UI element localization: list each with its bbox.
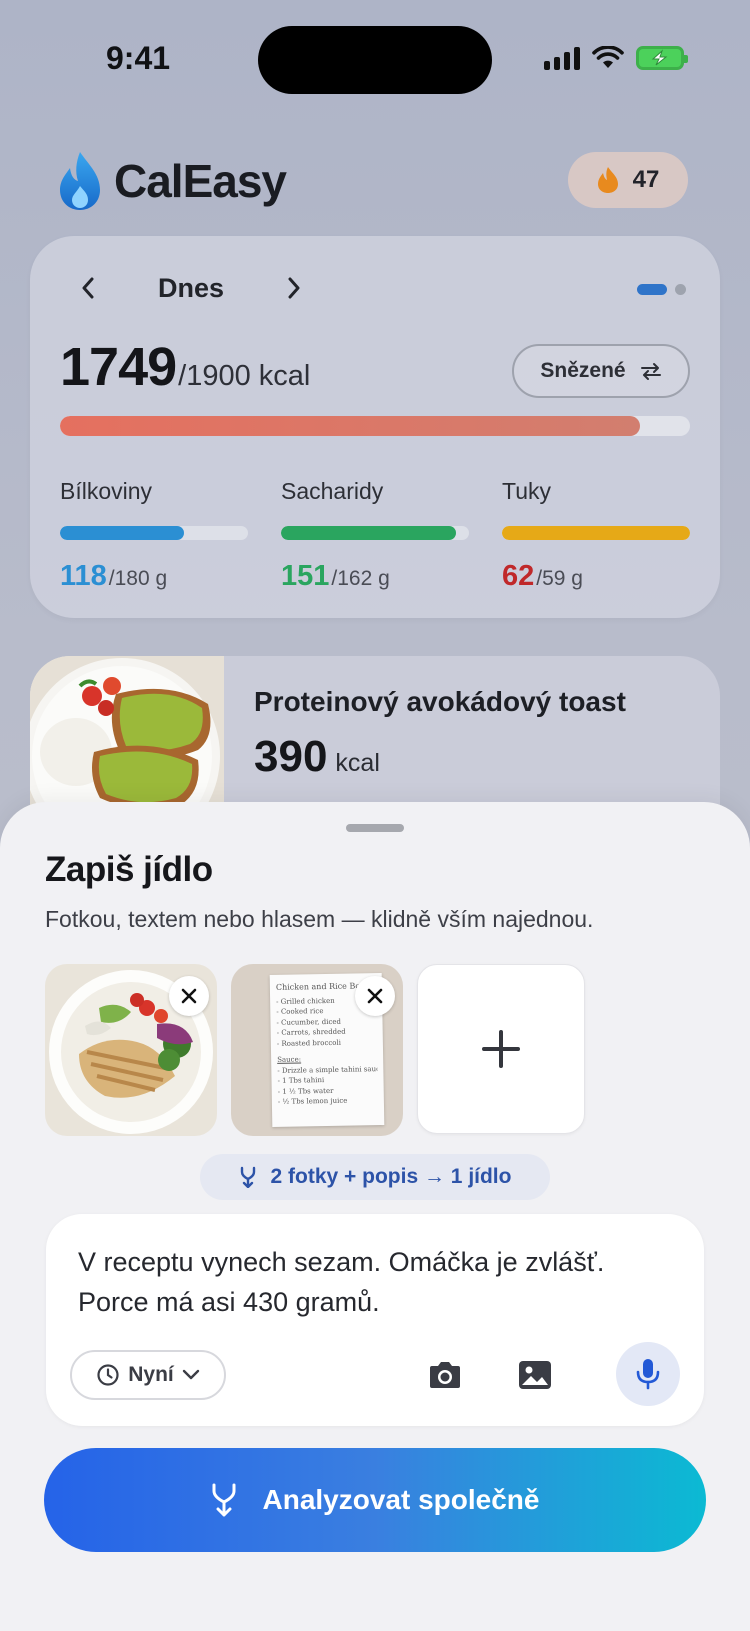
- day-label: Dnes: [157, 272, 225, 303]
- merge-info-chip: 2 fotky + popis → 1 jídlo: [200, 1154, 550, 1200]
- macro-eaten: 151: [281, 560, 330, 592]
- calorie-total: 1749 /1900 kcal: [60, 336, 310, 398]
- day-navigator: Dnes: [70, 270, 312, 306]
- page-dot-active: [637, 284, 667, 295]
- time-selector[interactable]: Nyní: [70, 1350, 226, 1400]
- merge-info-label: 2 fotky + popis → 1 jídlo: [270, 1165, 512, 1188]
- meal-kcal-value: 390: [254, 732, 328, 781]
- time-label: Nyní: [128, 1363, 174, 1386]
- sheet-subtitle: Fotkou, textem nebo hlasem — klidně vším…: [45, 906, 594, 932]
- camera-icon: [430, 1362, 460, 1388]
- meal-kcal-unit: kcal: [335, 749, 380, 777]
- macro-eaten: 62: [502, 560, 535, 592]
- macro-progress-fill: [502, 526, 690, 540]
- attached-food-photo[interactable]: [45, 964, 217, 1136]
- meal-description-input[interactable]: V receptu vynech sezam. Omáčka je zvlášť…: [78, 1242, 638, 1322]
- meal-calories: 390 kcal: [254, 732, 380, 782]
- next-day-button[interactable]: [276, 270, 312, 306]
- analyze-together-button[interactable]: Analyzovat společně: [44, 1448, 706, 1552]
- recipe-line: - Drizzle a simple tahini sauce: [277, 1064, 378, 1075]
- calorie-progress-bar: [60, 416, 690, 436]
- remove-photo-button[interactable]: [169, 976, 209, 1016]
- plus-icon: [482, 1030, 520, 1068]
- toggle-label: Snězené: [540, 359, 626, 382]
- macro-name: Tuky: [502, 478, 551, 504]
- macro-name: Sacharidy: [281, 478, 384, 504]
- macro-progress-fill: [281, 526, 456, 540]
- recipe-line: - Roasted broccoli: [276, 1038, 342, 1048]
- swap-arrows-icon: [640, 363, 661, 380]
- macro-progress-bar: [281, 526, 469, 540]
- cellular-signal-icon: [544, 46, 580, 70]
- merge-icon: [212, 1483, 235, 1517]
- dynamic-island: [258, 26, 492, 94]
- macro-progress-fill: [60, 526, 185, 540]
- status-time: 9:41: [106, 40, 171, 76]
- attachment-thumbnails: Chicken and Rice Bowl - Grilled chicken …: [45, 964, 585, 1136]
- status-bar: 9:41: [0, 0, 750, 120]
- meal-name: Proteinový avokádový toast: [254, 686, 626, 717]
- meal-description-card: V receptu vynech sezam. Omáčka je zvlášť…: [46, 1214, 704, 1426]
- attached-recipe-photo[interactable]: Chicken and Rice Bowl - Grilled chicken …: [231, 964, 403, 1136]
- sheet-title: Zapiš jídlo: [45, 850, 213, 889]
- flame-logo-icon: [60, 152, 100, 210]
- recipe-line: - ½ Tbs lemon juice: [277, 1096, 348, 1106]
- chevron-left-icon: [82, 277, 94, 299]
- merge-icon: [240, 1166, 255, 1188]
- remove-photo-button[interactable]: [355, 976, 395, 1016]
- microphone-icon: [636, 1359, 660, 1390]
- streak-badge[interactable]: 47: [568, 152, 688, 208]
- close-icon: [181, 988, 197, 1004]
- macro-name: Bílkoviny: [60, 478, 153, 504]
- macro-goal: /162 g: [331, 567, 390, 590]
- clock-icon: [97, 1364, 119, 1386]
- chevron-right-icon: [288, 277, 300, 299]
- daily-summary-card: Dnes 1749 /1900 kcal Snězené Bílkoviny 1…: [30, 236, 720, 618]
- eaten-remaining-toggle[interactable]: Snězené: [512, 344, 690, 398]
- macro-goal: /180 g: [108, 567, 168, 590]
- flame-icon: [597, 167, 618, 193]
- analyze-label: Analyzovat společně: [262, 1484, 540, 1515]
- app-header: CalEasy: [58, 150, 287, 212]
- wifi-icon: [592, 46, 624, 68]
- log-meal-sheet: Zapiš jídlo Fotkou, textem nebo hlasem —…: [0, 802, 750, 1631]
- macro-protein: Bílkoviny 118/180 g: [60, 478, 248, 593]
- macro-eaten: 118: [60, 560, 107, 592]
- sheet-grabber[interactable]: [346, 824, 404, 832]
- app-title: CalEasy: [114, 155, 287, 207]
- battery-icon: [636, 46, 688, 70]
- page-indicator[interactable]: [637, 284, 686, 295]
- macro-progress-bar: [502, 526, 690, 540]
- streak-count: 47: [632, 166, 660, 193]
- chevron-down-icon: [182, 1369, 199, 1380]
- macro-fat: Tuky 62/59 g: [502, 478, 690, 593]
- macro-breakdown: Bílkoviny 118/180 g Sacharidy 151/162 g …: [60, 478, 690, 593]
- page-dot: [675, 284, 686, 295]
- gallery-button[interactable]: [508, 1348, 562, 1402]
- macro-goal: /59 g: [536, 567, 583, 590]
- kcal-eaten: 1749: [60, 337, 177, 397]
- close-icon: [367, 988, 383, 1004]
- calorie-progress-fill: [60, 416, 640, 436]
- image-icon: [519, 1361, 551, 1389]
- add-photo-button[interactable]: [417, 964, 585, 1134]
- macro-carbs: Sacharidy 151/162 g: [281, 478, 469, 593]
- camera-button[interactable]: [418, 1348, 472, 1402]
- previous-day-button[interactable]: [70, 270, 106, 306]
- voice-input-button[interactable]: [616, 1342, 680, 1406]
- status-icons: [544, 46, 688, 70]
- macro-progress-bar: [60, 526, 248, 540]
- kcal-goal: /1900 kcal: [178, 360, 311, 392]
